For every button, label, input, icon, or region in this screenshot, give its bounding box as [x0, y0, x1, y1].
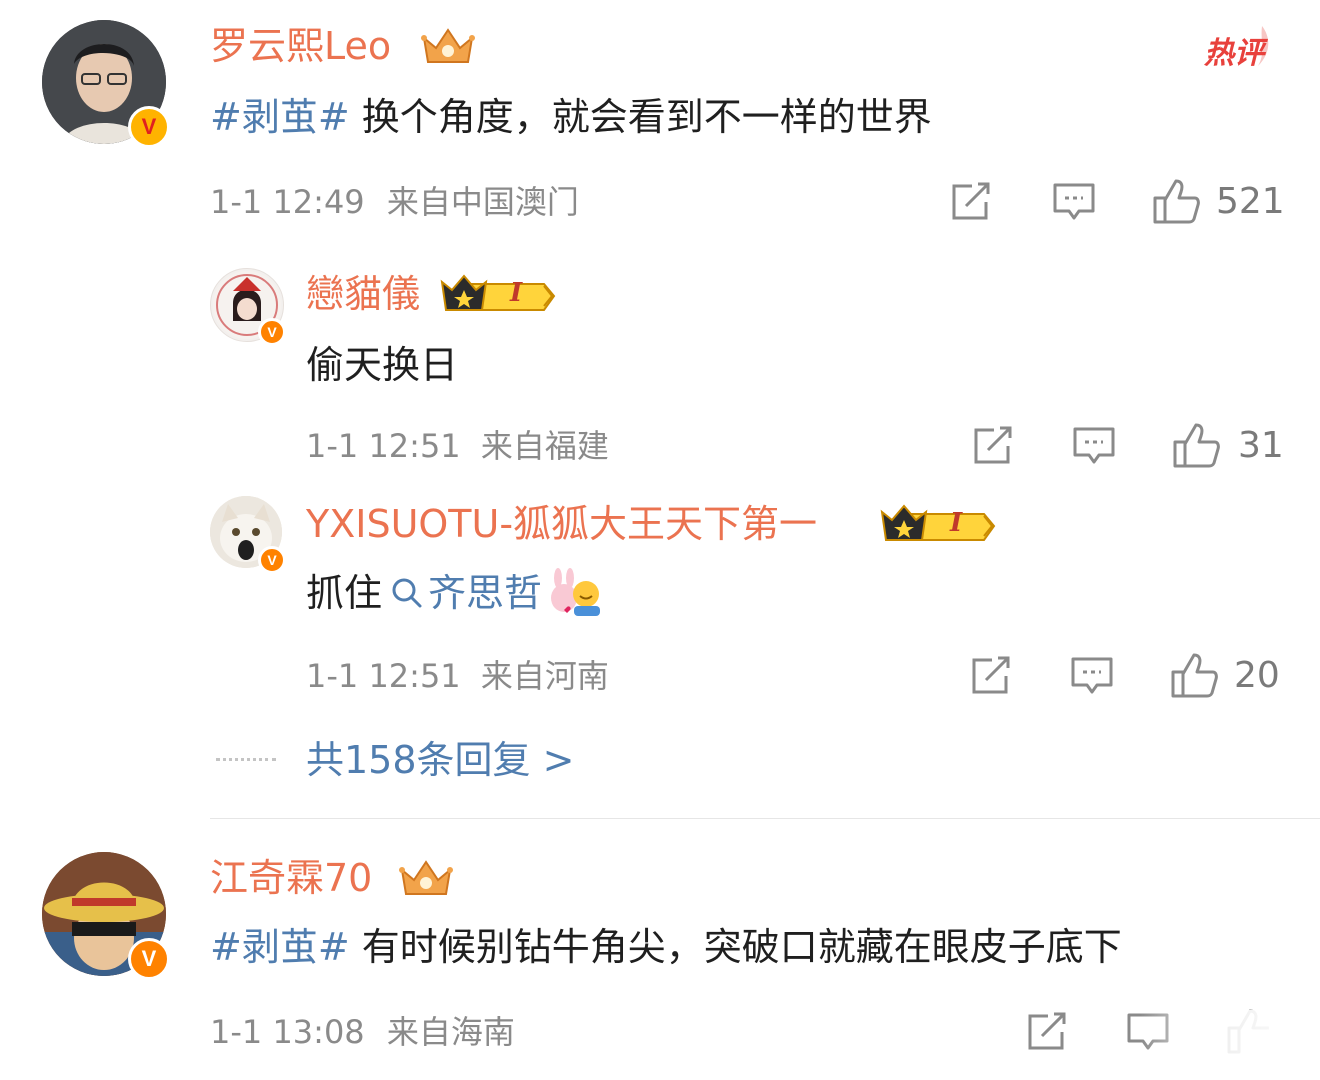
crown-icon: I — [880, 502, 1000, 546]
share-icon[interactable] — [950, 182, 994, 222]
like-icon[interactable] — [1170, 652, 1218, 698]
like-count: 31 — [1238, 425, 1284, 466]
hot-comment-tag: 热评 — [1200, 22, 1280, 72]
search-link[interactable]: 齐思哲 — [390, 568, 542, 618]
user-level: I — [950, 508, 963, 538]
reply-meta: 1-1 12:51 来自河南 — [306, 656, 609, 696]
comment-meta: 1-1 13:08 来自海南 — [210, 1012, 515, 1052]
username[interactable]: 罗云熙Leo — [210, 22, 391, 70]
reply-body: 抓住 — [306, 571, 383, 615]
location: 来自海南 — [386, 1013, 515, 1051]
comment-text: #剥茧# 换个角度，就会看到不一样的世界 — [210, 92, 932, 142]
share-icon[interactable] — [1026, 1012, 1070, 1052]
verified-badge-icon: V — [128, 106, 170, 148]
share-icon[interactable] — [972, 426, 1016, 466]
like-icon[interactable] — [1152, 178, 1200, 224]
verified-badge-icon: V — [128, 938, 170, 980]
comment-body: 有时候别钻牛角尖，突破口就藏在眼皮子底下 — [361, 925, 1122, 969]
comment-icon[interactable] — [1052, 182, 1096, 222]
crown-icon: I — [440, 272, 560, 316]
watermark-overlay — [1140, 1010, 1320, 1080]
topic-link[interactable]: #剥茧# — [210, 925, 350, 969]
topic-link[interactable]: #剥茧# — [210, 95, 350, 139]
location: 来自福建 — [480, 427, 609, 465]
divider — [210, 818, 1320, 819]
search-icon — [392, 578, 422, 608]
comment-meta: 1-1 12:49 来自中国澳门 — [210, 182, 579, 222]
location: 来自河南 — [480, 657, 609, 695]
reply-text: 偷天换日 — [306, 343, 459, 387]
like-count: 521 — [1216, 181, 1285, 222]
comment-text: #剥茧# 有时候别钻牛角尖，突破口就藏在眼皮子底下 — [210, 922, 1122, 972]
comment-icon[interactable] — [1070, 656, 1114, 696]
crown-icon — [398, 856, 454, 900]
username[interactable]: 戀貓儀 — [306, 270, 420, 318]
comment-icon[interactable] — [1072, 426, 1116, 466]
comment-body: 换个角度，就会看到不一样的世界 — [361, 95, 932, 139]
username[interactable]: 江奇霖70 — [210, 854, 372, 902]
location: 来自中国澳门 — [386, 183, 579, 221]
like-count: 20 — [1234, 655, 1280, 696]
timestamp: 1-1 12:51 — [306, 657, 461, 695]
more-replies-link[interactable]: 共158条回复 > — [306, 736, 574, 784]
bunny-hug-emoji — [548, 568, 604, 618]
verified-badge-icon: V — [258, 318, 286, 346]
dotted-line-icon — [216, 758, 276, 763]
like-icon[interactable] — [1172, 422, 1220, 468]
timestamp: 1-1 13:08 — [210, 1013, 365, 1051]
timestamp: 1-1 12:51 — [306, 427, 461, 465]
verified-badge-icon: V — [258, 546, 286, 574]
username[interactable]: YXISUOTU-狐狐大王天下第一 — [306, 500, 817, 548]
reply-text: 抓住 齐思哲 — [306, 568, 604, 618]
crown-icon — [420, 24, 476, 68]
timestamp: 1-1 12:49 — [210, 183, 365, 221]
reply-meta: 1-1 12:51 来自福建 — [306, 426, 609, 466]
user-level: I — [510, 278, 523, 308]
share-icon[interactable] — [970, 656, 1014, 696]
